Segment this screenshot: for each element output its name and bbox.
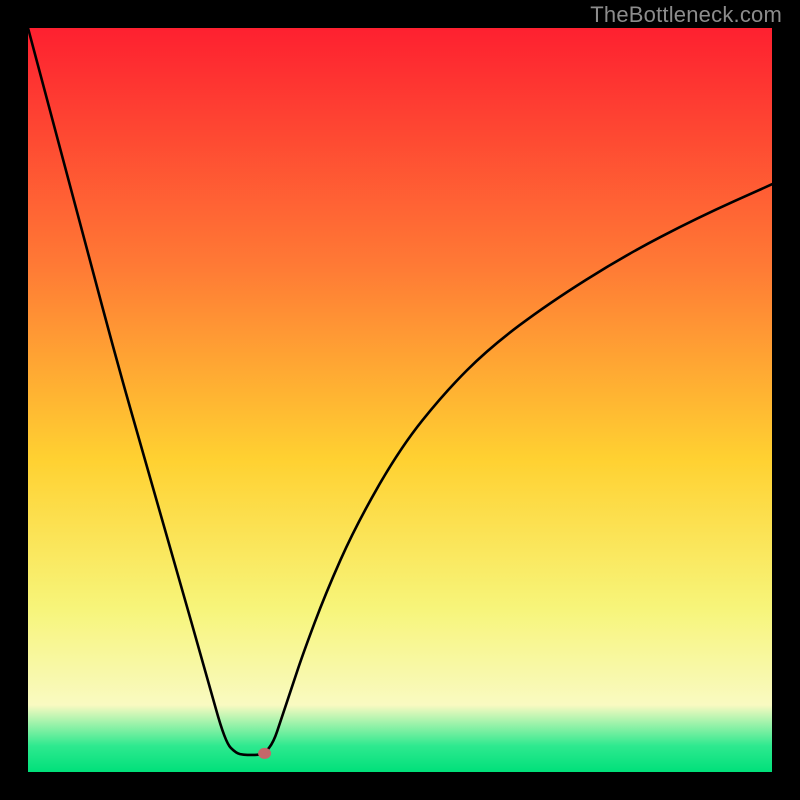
chart-frame: TheBottleneck.com [0,0,800,800]
watermark-text: TheBottleneck.com [590,2,782,28]
highlight-point [258,748,271,759]
gradient-background [28,28,772,772]
chart-plot-area [28,28,772,772]
chart-svg [28,28,772,772]
